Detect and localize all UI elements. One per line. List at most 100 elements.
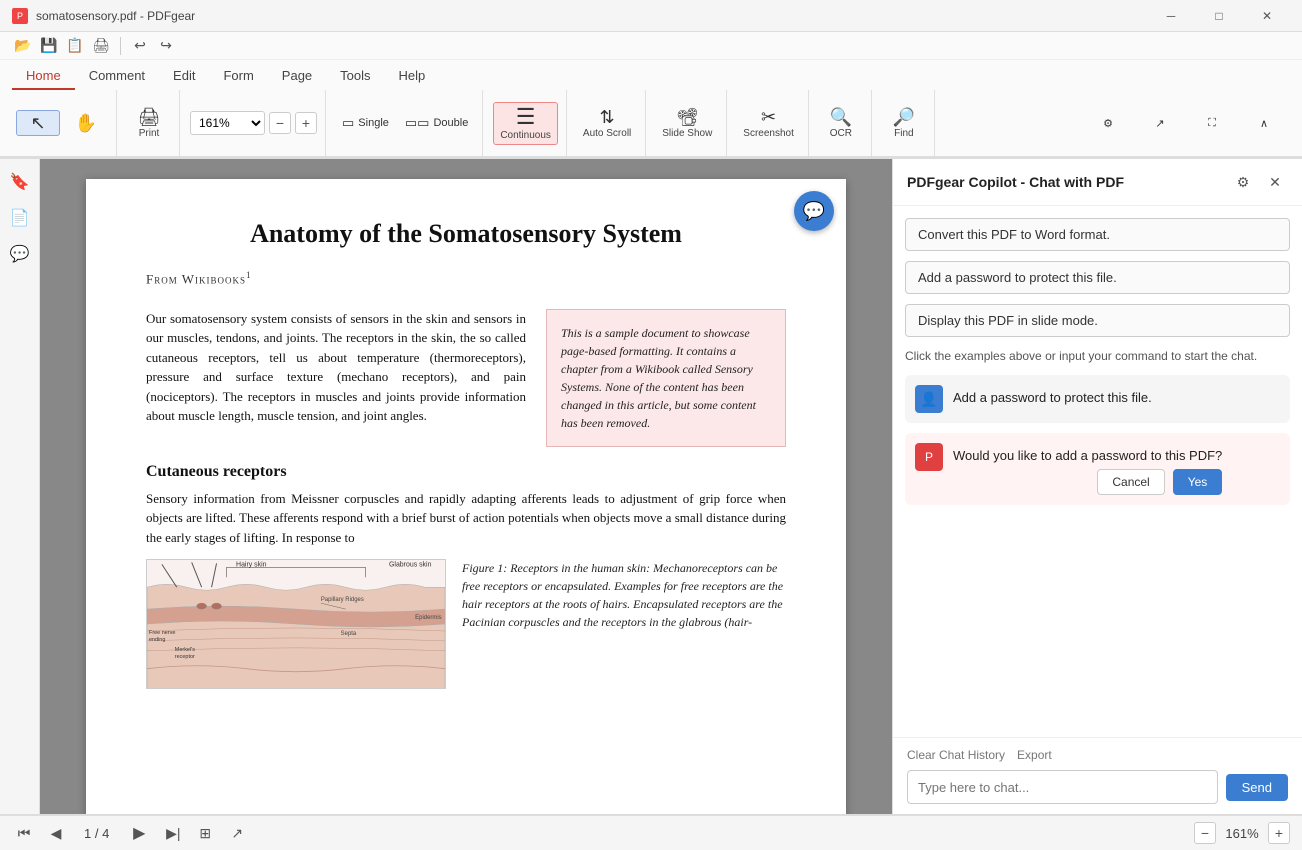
auto-scroll-group: ⇅ Auto Scroll — [569, 90, 646, 156]
share-status-button[interactable]: ↗ — [225, 821, 249, 845]
find-group: 🔎 Find — [874, 90, 935, 156]
send-button[interactable]: Send — [1226, 774, 1288, 801]
copilot-settings-button[interactable]: ⚙ — [1230, 169, 1256, 195]
tab-tools[interactable]: Tools — [326, 63, 384, 90]
ocr-button[interactable]: 🔍 OCR — [819, 105, 863, 142]
chat-input[interactable] — [907, 770, 1218, 804]
collapse-button[interactable]: ∧ — [1242, 114, 1286, 133]
continuous-label: Continuous — [500, 130, 551, 141]
pdf-viewer[interactable]: 💬 Anatomy of the Somatosensory System Fr… — [40, 159, 892, 814]
zoom-in-button[interactable]: + — [295, 112, 317, 134]
slide-show-button[interactable]: 📽 Slide Show — [656, 105, 718, 142]
pdf-title: Anatomy of the Somatosensory System — [146, 219, 786, 249]
chat-input-row: Send — [907, 770, 1288, 804]
ai-avatar: P — [915, 443, 943, 471]
tab-help[interactable]: Help — [385, 63, 440, 90]
print-button[interactable]: 🖨 Print — [127, 105, 171, 142]
menu-tabs: Home Comment Edit Form Page Tools Help — [0, 60, 1302, 90]
sidebar-comment-icon[interactable]: 💬 — [5, 239, 35, 269]
print-quick-button[interactable]: 🖨 — [90, 35, 112, 57]
play-button[interactable]: ▶ — [125, 819, 153, 847]
tab-comment[interactable]: Comment — [75, 63, 159, 90]
svg-text:ending: ending — [149, 637, 165, 643]
pdf-body1: Our somatosensory system consists of sen… — [146, 309, 526, 426]
pdf-col-left: Our somatosensory system consists of sen… — [146, 309, 526, 447]
find-button[interactable]: 🔎 Find — [882, 105, 926, 142]
tool-group: ↖ ✋ — [8, 90, 117, 156]
single-view-button[interactable]: ▭ Single — [336, 113, 395, 133]
double-icon: ▭▭ — [405, 115, 430, 131]
share-button[interactable]: ↗ — [1138, 114, 1182, 133]
copilot-close-button[interactable]: ✕ — [1262, 169, 1288, 195]
auto-scroll-label: Auto Scroll — [583, 128, 631, 139]
pdf-subtitle: From Wikibooks1 — [146, 269, 786, 289]
suggestion-password[interactable]: Add a password to protect this file. — [905, 261, 1290, 294]
minimize-button[interactable]: ─ — [1148, 0, 1194, 32]
screenshot-label: Screenshot — [743, 128, 794, 139]
copilot-body[interactable]: Convert this PDF to Word format. Add a p… — [893, 206, 1302, 737]
tab-home[interactable]: Home — [12, 63, 75, 90]
figure-image: Hairy skin Glabrous skin — [146, 559, 446, 689]
tab-page[interactable]: Page — [268, 63, 326, 90]
window-title: somatosensory.pdf - PDFgear — [36, 9, 1148, 23]
separator — [120, 37, 121, 55]
svg-text:Papillary Ridges: Papillary Ridges — [321, 597, 364, 603]
auto-scroll-button[interactable]: ⇅ Auto Scroll — [577, 105, 637, 142]
zoom-select[interactable]: 161% 50% 75% 100% 125% 150% 200% 300% — [190, 111, 265, 135]
clear-history-link[interactable]: Clear Chat History — [907, 748, 1005, 762]
cursor-tool-button[interactable]: ↖ — [16, 110, 60, 136]
main-area: 🔖 📄 💬 💬 Anatomy of the Somatosensory Sys… — [0, 159, 1302, 814]
ai-message: P Would you like to add a password to th… — [905, 433, 1290, 505]
collapse-icon: ∧ — [1260, 117, 1268, 130]
sidebar-bookmark-icon[interactable]: 🔖 — [5, 167, 35, 197]
close-button[interactable]: ✕ — [1244, 0, 1290, 32]
pdf-page: 💬 Anatomy of the Somatosensory System Fr… — [86, 179, 846, 814]
hand-tool-button[interactable]: ✋ — [64, 111, 108, 135]
hand-icon: ✋ — [75, 114, 97, 132]
screenshot-button[interactable]: ✂ Screenshot — [737, 105, 800, 142]
view-modes-group: ▭ Single ▭▭ Double — [328, 90, 483, 156]
yes-button[interactable]: Yes — [1173, 469, 1223, 495]
settings-icon: ⚙ — [1103, 117, 1113, 130]
suggestion-slidemode[interactable]: Display this PDF in slide mode. — [905, 304, 1290, 337]
cancel-button[interactable]: Cancel — [1097, 469, 1164, 495]
share-icon: ↗ — [1155, 117, 1164, 130]
settings-button[interactable]: ⚙ — [1086, 114, 1130, 133]
fullscreen-button[interactable]: ⛶ — [1190, 114, 1234, 133]
zoom-minus-button[interactable]: − — [1194, 822, 1216, 844]
quick-access-toolbar: 📂 💾 📋 🖨 ↩ ↪ — [0, 32, 1302, 60]
sidebar-pages-icon[interactable]: 📄 — [5, 203, 35, 233]
tab-form[interactable]: Form — [209, 63, 267, 90]
fullscreen-icon: ⛶ — [1208, 117, 1216, 130]
prev-page-button[interactable]: ◀ — [44, 821, 68, 845]
print-group: 🖨 Print — [119, 90, 180, 156]
maximize-button[interactable]: □ — [1196, 0, 1242, 32]
svg-text:Hairy skin: Hairy skin — [236, 562, 267, 569]
view-mode-status-button[interactable]: ⊞ — [193, 821, 217, 845]
ribbon: ↖ ✋ 🖨 Print 161% 50% 75% 100% — [0, 90, 1302, 158]
copilot-title: PDFgear Copilot - Chat with PDF — [907, 174, 1124, 190]
zoom-out-button[interactable]: − — [269, 112, 291, 134]
undo-button[interactable]: ↩ — [129, 35, 151, 57]
slide-show-label: Slide Show — [662, 128, 712, 139]
export-link[interactable]: Export — [1017, 748, 1052, 762]
zoom-plus-button[interactable]: + — [1268, 822, 1290, 844]
ocr-label: OCR — [830, 128, 852, 139]
double-view-button[interactable]: ▭▭ Double — [399, 113, 474, 133]
chat-float-button[interactable]: 💬 — [794, 191, 834, 231]
save-as-button[interactable]: 📋 — [64, 35, 86, 57]
first-page-button[interactable]: ⏮ — [12, 821, 36, 845]
tab-edit[interactable]: Edit — [159, 63, 209, 90]
slide-show-group: 📽 Slide Show — [648, 90, 727, 156]
next-page-button[interactable]: ▶| — [161, 821, 185, 845]
suggestion-convert[interactable]: Convert this PDF to Word format. — [905, 218, 1290, 251]
save-button[interactable]: 💾 — [38, 35, 60, 57]
user-message: 👤 Add a password to protect this file. — [905, 375, 1290, 423]
single-icon: ▭ — [342, 115, 354, 131]
redo-button[interactable]: ↪ — [155, 35, 177, 57]
continuous-button[interactable]: ☰ Continuous — [493, 102, 558, 145]
skin-diagram-svg: Hairy skin Glabrous skin — [147, 559, 445, 689]
ocr-icon: 🔍 — [830, 108, 852, 126]
zoom-group: 161% 50% 75% 100% 125% 150% 200% 300% − … — [182, 90, 326, 156]
open-button[interactable]: 📂 — [12, 35, 34, 57]
